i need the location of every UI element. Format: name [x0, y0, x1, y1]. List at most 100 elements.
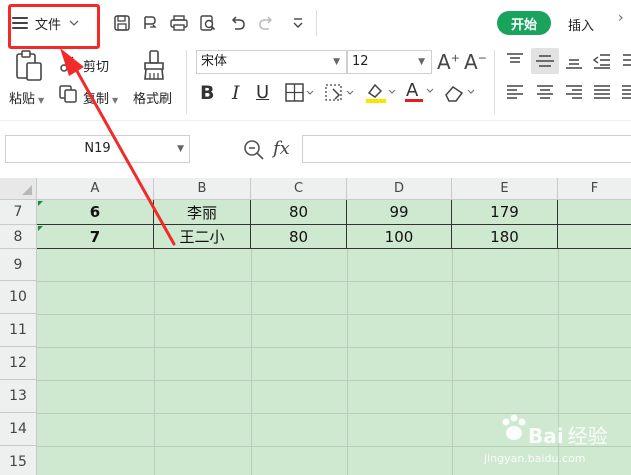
gridline — [251, 249, 252, 475]
ribbon-divider — [186, 50, 187, 114]
table-cell[interactable]: 180 — [452, 225, 558, 249]
increase-indent-icon[interactable] — [619, 52, 631, 74]
toolbar-divider — [316, 10, 317, 36]
table-cell[interactable]: 7 — [37, 225, 154, 249]
paste-label: 粘贴 — [9, 92, 36, 107]
row-header-12[interactable]: 12 — [0, 347, 37, 380]
gridline — [452, 249, 453, 475]
format-painter-button[interactable]: 格式刷 — [133, 88, 172, 107]
export-pdf-icon[interactable] — [139, 12, 161, 34]
redo-icon[interactable] — [255, 12, 277, 34]
align-left-icon[interactable] — [505, 84, 525, 106]
font-name-select[interactable]: 宋体 ▼ — [196, 50, 347, 74]
row-header-10[interactable]: 10 — [0, 281, 37, 314]
gridline — [347, 249, 348, 475]
highlight-color-icon[interactable] — [364, 81, 398, 109]
align-center-icon[interactable] — [535, 84, 555, 106]
paw-logo-icon — [502, 414, 526, 440]
cell-fill-icon[interactable] — [324, 83, 356, 107]
align-middle-icon[interactable] — [531, 48, 559, 74]
column-header-d[interactable]: D — [347, 178, 452, 200]
decrease-font-size-icon[interactable]: A− — [464, 50, 487, 74]
undo-icon[interactable] — [227, 12, 249, 34]
select-all-triangle-icon — [22, 185, 32, 195]
bold-icon[interactable]: B — [200, 82, 214, 104]
row-header-9[interactable]: 9 — [0, 249, 37, 281]
align-top-icon[interactable] — [505, 52, 525, 74]
table-cell[interactable] — [558, 225, 631, 249]
select-all-corner[interactable] — [0, 178, 37, 200]
tab-home[interactable]: 开始 — [497, 11, 551, 35]
zoom-search-icon[interactable] — [243, 139, 265, 165]
print-icon[interactable] — [168, 12, 190, 34]
decrease-indent-icon[interactable] — [592, 52, 612, 74]
format-painter-icon[interactable] — [141, 49, 169, 85]
align-right-icon[interactable] — [564, 84, 584, 106]
gridline — [37, 314, 631, 315]
justify-icon[interactable] — [592, 84, 612, 106]
tab-insert[interactable]: 插入 — [568, 15, 594, 34]
insert-function-icon[interactable]: fx — [273, 138, 290, 159]
font-name-value: 宋体 — [201, 54, 228, 69]
watermark-brand-text: Bai — [528, 424, 564, 448]
table-cell[interactable]: 王二小 — [154, 225, 251, 249]
gridline — [37, 347, 631, 348]
print-preview-icon[interactable] — [197, 12, 219, 34]
cut-button[interactable]: 剪切 — [83, 56, 109, 75]
row-header-8[interactable]: 8 — [0, 225, 37, 249]
more-tabs-icon[interactable]: › — [618, 10, 624, 26]
font-size-select[interactable]: 12 ▼ — [347, 50, 432, 74]
scissors-icon[interactable] — [60, 55, 78, 77]
watermark-brand: Bai 经验 — [528, 420, 608, 449]
formula-input[interactable] — [302, 135, 631, 163]
column-header-b[interactable]: B — [154, 178, 251, 200]
font-size-value: 12 — [352, 54, 369, 69]
chevron-down-icon: ▼ — [333, 57, 340, 67]
table-cell[interactable]: 李丽 — [154, 200, 251, 225]
gridline — [37, 281, 631, 282]
table-cell[interactable]: 80 — [251, 200, 347, 225]
row-header-13[interactable]: 13 — [0, 380, 37, 413]
svg-text:A: A — [406, 80, 419, 101]
italic-icon[interactable]: I — [232, 82, 240, 104]
paste-button[interactable]: 粘贴 ▼ — [9, 88, 44, 107]
table-cell[interactable] — [558, 200, 631, 225]
table-cell[interactable]: 99 — [347, 200, 452, 225]
table-cell[interactable]: 179 — [452, 200, 558, 225]
copy-button[interactable]: 复制 ▼ — [83, 88, 118, 107]
name-box[interactable]: N19 ▼ — [5, 135, 190, 163]
ribbon-home: 粘贴 ▼ 剪切 复制 ▼ 格式刷 宋体 ▼ 12 ▼ A+ A− B I U A — [0, 46, 631, 120]
copy-icon[interactable] — [58, 84, 78, 108]
baidu-jingyan-watermark: Bai 经验 jingyan.baidu.com — [484, 408, 624, 468]
distributed-align-icon[interactable] — [620, 84, 631, 106]
column-header-a[interactable]: A — [37, 178, 154, 200]
paste-icon[interactable] — [14, 50, 44, 86]
font-color-icon[interactable]: A — [403, 79, 437, 109]
annotation-highlight-box — [8, 4, 100, 49]
chevron-down-icon: ▼ — [418, 57, 425, 67]
borders-icon[interactable] — [285, 83, 315, 107]
column-header-c[interactable]: C — [251, 178, 347, 200]
row-header-15[interactable]: 15 — [0, 446, 37, 475]
underline-icon[interactable]: U — [256, 82, 269, 103]
number-as-text-marker-icon — [38, 201, 43, 206]
table-cell[interactable]: 6 — [37, 200, 154, 225]
customize-toolbar-icon[interactable] — [287, 12, 309, 34]
increase-font-size-icon[interactable]: A+ — [437, 50, 460, 74]
row-header-14[interactable]: 14 — [0, 413, 37, 446]
column-header-f[interactable]: F — [558, 178, 631, 200]
cell-reference: N19 — [84, 141, 111, 156]
eraser-icon[interactable] — [442, 82, 478, 108]
align-bottom-icon[interactable] — [564, 52, 584, 74]
watermark-url: jingyan.baidu.com — [484, 452, 586, 465]
save-icon[interactable] — [111, 12, 133, 34]
formula-bar: N19 ▼ fx — [0, 120, 631, 178]
column-header-e[interactable]: E — [452, 178, 558, 200]
table-cell[interactable]: 100 — [347, 225, 452, 249]
chevron-down-icon: ▼ — [38, 96, 45, 105]
row-header-7[interactable]: 7 — [0, 200, 37, 225]
gridline — [37, 380, 631, 381]
table-cell[interactable]: 80 — [251, 225, 347, 249]
row-header-11[interactable]: 11 — [0, 314, 37, 347]
watermark-brand-suffix: 经验 — [567, 424, 608, 448]
